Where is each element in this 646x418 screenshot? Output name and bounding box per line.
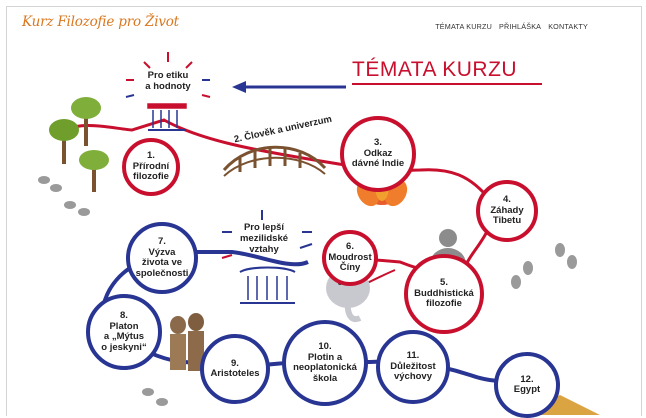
tree-icon [49,97,109,192]
topic-6-node[interactable]: 6. Moudrost Číny [322,230,378,286]
topic-10-label: 10. Plotin a neoplatonická škola [293,341,357,384]
column-icon [239,266,296,304]
topic-8-node[interactable]: 8. Platon a „Mýtus o jeskyni“ [86,294,162,370]
topic-7-node[interactable]: 7. Výzva života ve společnosti [126,222,198,294]
topic-12-node[interactable]: 12. Egypt [494,352,560,418]
topic-12-label: 12. Egypt [513,373,541,395]
topic-9-label: 9. Aristoteles [210,357,260,379]
column-icon [147,103,187,131]
topic-1-node[interactable]: 1. Přírodní filozofie [122,138,180,196]
topic-5-node[interactable]: 5. Buddhistická filozofie [404,254,484,334]
topic-6-label: 6. Moudrost Číny [328,241,372,274]
topic-4-node[interactable]: 4. Záhady Tibetu [476,180,538,242]
topic-8-label: 8. Platon a „Mýtus o jeskyni“ [101,310,147,353]
arrow-left-icon [232,81,346,93]
topic-9-node[interactable]: 9. Aristoteles [200,334,270,404]
topic-3-node[interactable]: 3. Odkaz dávné Indie [340,116,416,192]
topic-10-node[interactable]: 10. Plotin a neoplatonická škola [282,320,368,406]
topic-4-label: 4. Záhady Tibetu [490,194,524,227]
topic-11-label: 11. Důležitost výchovy [390,350,436,383]
topic-3-label: 3. Odkaz dávné Indie [351,137,405,170]
relations-label: Pro lepší mezilidské vztahy [239,222,289,255]
ethics-label: Pro etiku a hodnoty [145,70,191,92]
topic-1-label: 1. Přírodní filozofie [132,150,170,183]
topic-5-label: 5. Buddhistická filozofie [414,277,474,310]
topic-11-node[interactable]: 11. Důležitost výchovy [376,330,450,404]
topic-7-label: 7. Výzva života ve společnosti [135,236,189,279]
